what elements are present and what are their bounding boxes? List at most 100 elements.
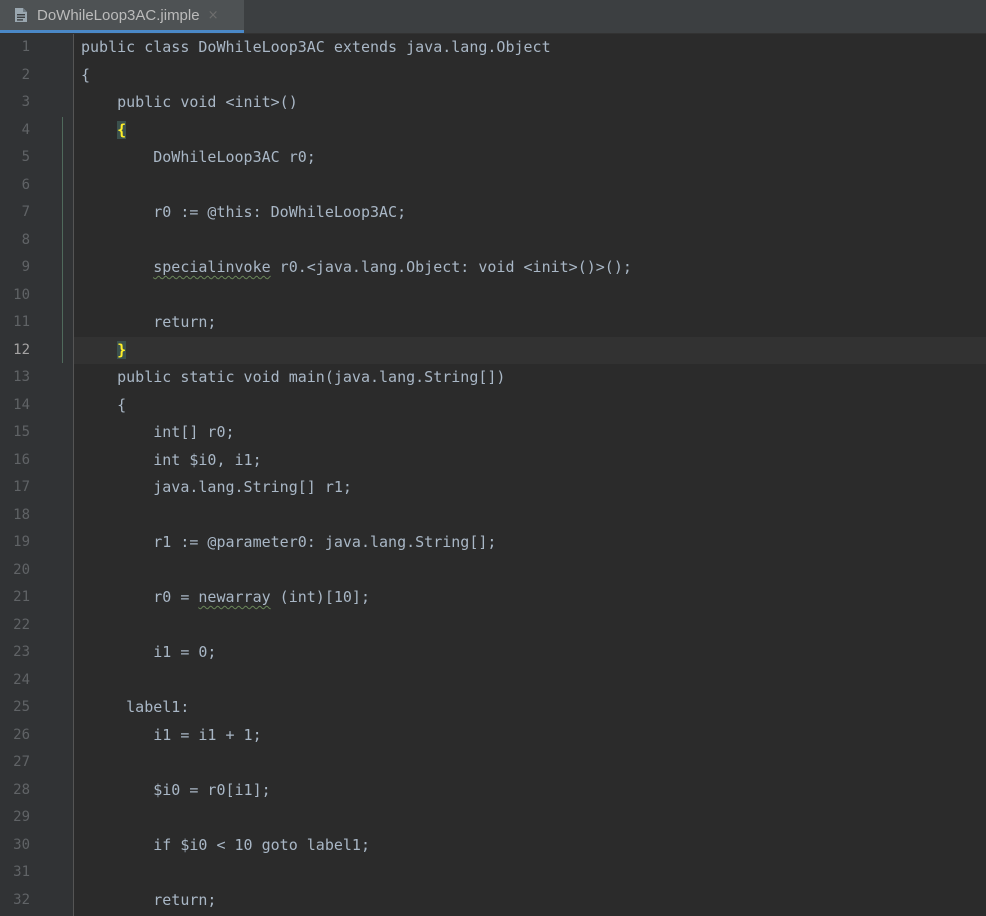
line-number: 16 (13, 451, 30, 468)
code-text: specialinvoke r0.<java.lang.Object: void… (81, 254, 632, 282)
code-line[interactable] (74, 612, 986, 640)
code-line[interactable] (74, 282, 986, 310)
line-number: 2 (21, 66, 30, 83)
code-line[interactable]: { (74, 117, 986, 145)
code-text: label1: (81, 698, 190, 716)
warning-token: newarray (198, 588, 271, 606)
code-line[interactable]: r0 := @this: DoWhileLoop3AC; (74, 199, 986, 227)
code-line[interactable] (74, 502, 986, 530)
close-icon[interactable]: × (208, 8, 219, 23)
code-line[interactable] (74, 172, 986, 200)
code-line[interactable]: i1 = i1 + 1; (74, 722, 986, 750)
code-line[interactable] (74, 557, 986, 585)
code-line[interactable]: public static void main(java.lang.String… (74, 364, 986, 392)
code-suffix: r0.<java.lang.Object: void <init>()>(); (270, 258, 632, 276)
code-prefix (81, 258, 153, 276)
code-editor: DoWhileLoop3AC.jimple × 1 2 3 4 5 6 7 8 9 10 11 12 1… (0, 0, 986, 916)
line-number: 5 (21, 149, 30, 165)
matched-brace: { (117, 120, 127, 139)
line-number: 9 (21, 259, 30, 275)
line-number: 22 (13, 616, 30, 633)
matched-brace: } (117, 340, 127, 359)
code-line[interactable] (74, 667, 986, 695)
code-text: public void <init>() (81, 93, 298, 111)
code-text: return; (81, 890, 217, 909)
line-number: 25 (13, 699, 30, 715)
line-number: 1 (21, 39, 30, 55)
code-line[interactable]: specialinvoke r0.<java.lang.Object: void… (74, 254, 986, 282)
line-number: 27 (13, 754, 30, 770)
line-number: 6 (21, 176, 30, 193)
code-line[interactable]: return; (74, 887, 986, 915)
code-line[interactable]: DoWhileLoop3AC r0; (74, 144, 986, 172)
tab-dowhileloop3ac[interactable]: DoWhileLoop3AC.jimple × (0, 0, 244, 33)
line-number: 21 (13, 589, 30, 605)
line-number: 3 (21, 94, 30, 110)
line-number: 19 (13, 534, 30, 550)
line-number: 13 (13, 369, 30, 385)
line-number: 30 (13, 836, 30, 853)
line-number: 23 (13, 644, 30, 660)
code-text: DoWhileLoop3AC r0; (81, 148, 316, 166)
line-number: 31 (13, 864, 30, 880)
code-line[interactable]: label1: (74, 694, 986, 722)
line-numbers: 1 2 3 4 5 6 7 8 9 10 11 12 13 14 15 16 17 18 19 20 21 22 23 24 2… (0, 34, 30, 914)
line-number: 29 (13, 809, 30, 825)
line-number: 18 (13, 506, 30, 523)
code-line[interactable]: } (74, 336, 986, 365)
code-line[interactable] (74, 749, 986, 777)
code-line[interactable]: $i0 = r0[i1]; (74, 777, 986, 805)
line-number: 8 (21, 231, 30, 248)
code-line[interactable]: if $i0 < 10 goto label1; (74, 832, 986, 860)
code-text: r0 := @this: DoWhileLoop3AC; (81, 203, 407, 221)
code-line[interactable]: int $i0, i1; (74, 447, 986, 475)
code-line[interactable]: r1 := @parameter0: java.lang.String[]; (74, 529, 986, 557)
line-number: 10 (13, 286, 30, 303)
code-text: int[] r0; (81, 423, 235, 441)
code-area[interactable]: public class DoWhileLoop3AC extends java… (74, 34, 986, 914)
code-line[interactable]: i1 = 0; (74, 639, 986, 667)
code-text: i1 = i1 + 1; (81, 725, 262, 744)
code-line[interactable]: { (74, 392, 986, 420)
tab-bar: DoWhileLoop3AC.jimple × (0, 0, 986, 34)
code-text: { (81, 117, 127, 145)
line-number: 4 (21, 121, 30, 138)
file-icon (14, 7, 28, 23)
code-text: public class DoWhileLoop3AC extends java… (81, 38, 551, 56)
code-text: int $i0, i1; (81, 450, 262, 469)
line-number: 17 (13, 479, 30, 495)
code-line[interactable] (74, 859, 986, 887)
code-line[interactable] (74, 227, 986, 255)
line-number: 12 (13, 341, 30, 358)
fold-region-marker (62, 117, 63, 363)
code-text: r0 = newarray (int)[10]; (81, 584, 370, 612)
code-suffix: (int)[10]; (270, 588, 370, 606)
line-number: 20 (13, 561, 30, 578)
code-text: public static void main(java.lang.String… (81, 368, 506, 386)
code-text: } (81, 337, 127, 365)
code-prefix (81, 121, 117, 139)
line-number: 11 (13, 314, 30, 330)
line-number: 15 (13, 424, 30, 440)
line-number: 14 (13, 396, 30, 413)
code-text: i1 = 0; (81, 643, 217, 661)
code-line[interactable]: java.lang.String[] r1; (74, 474, 986, 502)
code-line[interactable]: return; (74, 309, 986, 337)
code-line[interactable] (74, 804, 986, 832)
code-line[interactable]: public void <init>() (74, 89, 986, 117)
warning-token: specialinvoke (153, 258, 271, 276)
code-text: return; (81, 313, 217, 331)
line-number: 32 (13, 891, 30, 908)
code-prefix (81, 341, 117, 359)
code-line[interactable]: public class DoWhileLoop3AC extends java… (74, 34, 986, 62)
code-line[interactable]: { (74, 62, 986, 90)
code-prefix: r0 = (81, 588, 199, 606)
code-text: java.lang.String[] r1; (81, 478, 352, 496)
code-line[interactable]: int[] r0; (74, 419, 986, 447)
line-number: 24 (13, 671, 30, 688)
code-text: $i0 = r0[i1]; (81, 780, 271, 799)
code-text: { (81, 395, 127, 414)
tab-label: DoWhileLoop3AC.jimple (37, 6, 200, 24)
code-line[interactable]: r0 = newarray (int)[10]; (74, 584, 986, 612)
code-text: if $i0 < 10 goto label1; (81, 835, 370, 854)
